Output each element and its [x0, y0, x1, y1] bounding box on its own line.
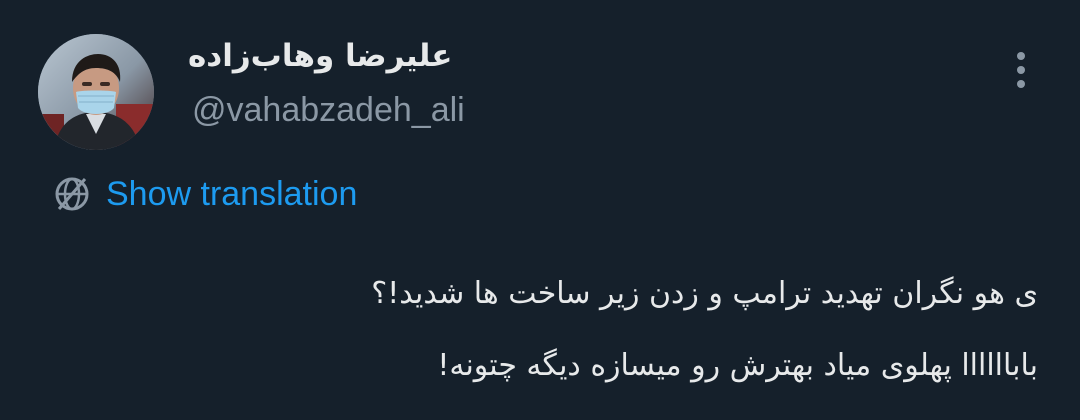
vertical-ellipsis-icon [1017, 66, 1025, 74]
show-translation-label[interactable]: Show translation [106, 168, 357, 220]
avatar-photo [38, 34, 154, 150]
vertical-ellipsis-icon [1017, 52, 1025, 60]
show-translation-button[interactable]: Show translation [50, 168, 357, 220]
tweet-text-line: باباااااا پهلوی میاد بهترش رو میسازه دیگ… [437, 348, 1038, 383]
tweet-text: ی هو نگران تهدید ترامپ و زدن زیر ساخت ها… [36, 258, 1038, 402]
author-handle[interactable]: @vahabzadeh_ali [192, 84, 465, 136]
more-options-button[interactable] [1006, 48, 1036, 92]
tweet-card: علیرضا وهاب‌زاده @vahabzadeh_ali Show tr… [0, 0, 1080, 420]
author-display-name[interactable]: علیرضا وهاب‌زاده [188, 30, 482, 82]
globe-icon [55, 177, 89, 211]
vertical-ellipsis-icon [1017, 80, 1025, 88]
tweet-text-line: ی هو نگران تهدید ترامپ و زدن زیر ساخت ها… [371, 276, 1038, 311]
author-avatar[interactable] [38, 34, 154, 150]
